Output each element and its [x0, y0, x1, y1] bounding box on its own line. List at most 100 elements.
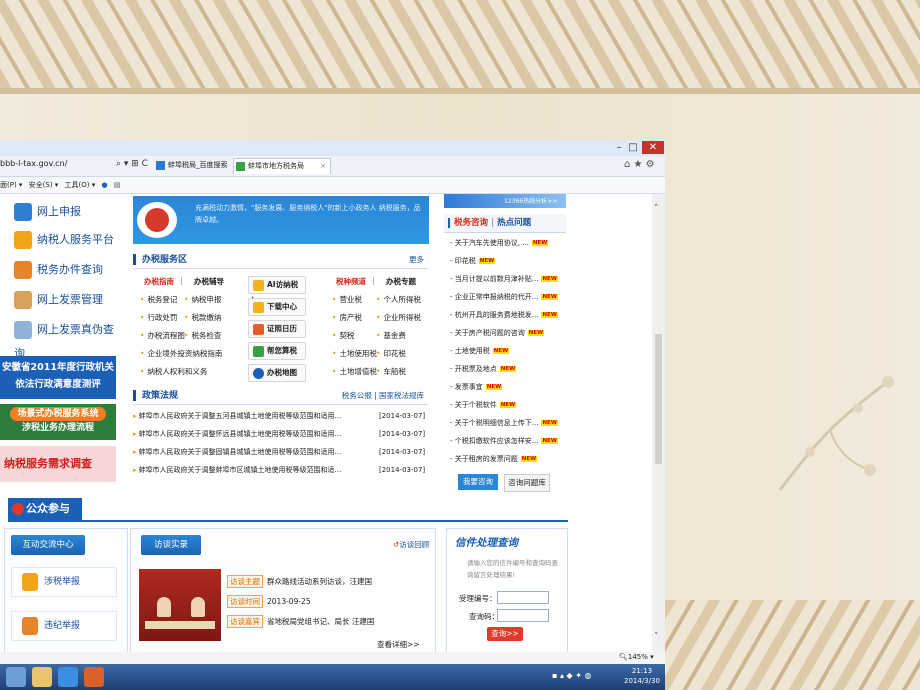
btn-calculate[interactable]: 帮您算税: [248, 342, 306, 360]
hotline-text: 12366热线分析>>: [504, 198, 558, 205]
extra-icon[interactable]: ▤: [114, 181, 121, 189]
link-land-vat[interactable]: 土地增值税: [332, 366, 377, 377]
nav-label: 网上申报: [37, 205, 81, 218]
link-inspection[interactable]: 税务检查: [184, 330, 221, 341]
hot-item[interactable]: - 印花税 NEW: [450, 256, 566, 266]
btn-ai-taxpayer[interactable]: AI访纳税人: [248, 276, 306, 305]
link-personal-income-tax[interactable]: 个人所得税: [376, 294, 421, 305]
hot-item[interactable]: - 开税票及地点 NEW: [450, 364, 566, 374]
banner-scene-service[interactable]: 场景式办税服务系统 涉税业务办理流程: [0, 404, 116, 440]
query-button[interactable]: 查询>>: [487, 627, 523, 641]
search-refresh-icons[interactable]: ⌕ ▾ ⊞ C: [116, 159, 148, 169]
system-tray[interactable]: ▪ ▴ ◆ ✦ ◍: [552, 671, 591, 680]
link-deed-tax[interactable]: 契税: [332, 330, 354, 341]
link-business-tax[interactable]: 营业税: [332, 294, 362, 305]
hot-item[interactable]: - 当月计提以前数月津补贴... NEW: [450, 274, 566, 284]
zoom-level[interactable]: 🔍︎145% ▾: [619, 653, 654, 661]
link-payment[interactable]: 税款缴纳: [184, 312, 221, 323]
accept-no-input[interactable]: [497, 591, 549, 604]
scroll-thumb[interactable]: [655, 334, 662, 464]
maximize-button[interactable]: □: [626, 141, 640, 154]
link-flowchart[interactable]: 办税流程图: [140, 330, 185, 341]
policy-item[interactable]: 蚌埠市人民政府关于调整固镇县城镇土地使用税等级范围和适用... [2014-03-…: [133, 444, 428, 460]
menu-safety[interactable]: 安全(S) ▾: [29, 181, 59, 189]
new-badge: NEW: [478, 258, 496, 264]
policy-item[interactable]: 蚌埠市人民政府关于调整五河县城镇土地使用税等级范围和适用... [2014-03-…: [133, 408, 428, 424]
subhead-topics[interactable]: 办税专题: [386, 276, 416, 287]
heading-consult[interactable]: 税务咨询: [454, 218, 488, 228]
hot-item[interactable]: - 关于汽车先使用协议, ... NEW: [450, 238, 566, 248]
close-button[interactable]: ✕: [642, 141, 664, 154]
folder-icon[interactable]: [32, 667, 52, 687]
subhead-tax-channel[interactable]: 税种频道: [336, 276, 366, 287]
subhead-guide[interactable]: 办税指南: [144, 276, 174, 287]
policy-item[interactable]: 蚌埠市人民政府关于调整怀远县城镇土地使用税等级范围和适用... [2014-03-…: [133, 426, 428, 442]
tab-interaction-center[interactable]: 互动交流中心: [11, 535, 85, 555]
minimize-button[interactable]: –: [612, 141, 626, 154]
nav-invoice-manage[interactable]: 网上发票管理: [14, 288, 103, 312]
tab-bengbu-tax[interactable]: 蚌埠市地方税务局 ×: [233, 158, 331, 174]
menu-tools[interactable]: 工具(O) ▾: [65, 181, 96, 189]
interview-review-link[interactable]: ↺访谈回顾: [393, 539, 429, 550]
tab-close-icon[interactable]: ×: [320, 159, 326, 174]
vertical-scrollbar[interactable]: ˄ ˅: [652, 194, 665, 660]
hot-item[interactable]: - 关于个税明细信息上传下... NEW: [450, 418, 566, 428]
link-property-tax[interactable]: 房产税: [332, 312, 362, 323]
scroll-down-icon[interactable]: ˅: [654, 632, 659, 642]
hot-item[interactable]: - 土地使用税 NEW: [450, 346, 566, 356]
menu-page[interactable]: 面(P) ▾: [0, 181, 22, 189]
hot-item[interactable]: - 关于租房的发票问题 NEW: [450, 454, 566, 464]
home-favorites-settings-icons[interactable]: ⌂ ★ ⚙: [624, 159, 655, 170]
hot-item[interactable]: - 个税扣缴软件应该怎样安... NEW: [450, 436, 566, 446]
nav-tax-query[interactable]: 税务办件查询: [14, 258, 103, 282]
explorer-icon[interactable]: [6, 667, 26, 687]
interaction-center: 互动交流中心 涉税举报 违纪举报: [4, 528, 128, 660]
interview-time: 访谈时间 2013-09-25: [227, 595, 311, 608]
link-rights[interactable]: 纳税人权利和义务: [140, 366, 207, 377]
url-field[interactable]: bbb-l-tax.gov.cn/: [0, 159, 110, 168]
btn-download[interactable]: 下载中心: [248, 298, 306, 316]
policy-item[interactable]: 蚌埠市人民政府关于调整蚌埠市区城镇土地使用税等级范围和适... [2014-03-…: [133, 462, 428, 478]
scroll-up-icon[interactable]: ˄: [654, 204, 659, 214]
hot-item[interactable]: - 关于房产税问题的咨询 NEW: [450, 328, 566, 338]
ie-icon[interactable]: [58, 667, 78, 687]
tax-report-link[interactable]: 涉税举报: [11, 567, 117, 597]
nav-invoice-verify[interactable]: 网上发票真伪查询: [14, 318, 116, 360]
taskbar: ▪ ▴ ◆ ✦ ◍ 21:13 2014/3/30: [0, 664, 665, 690]
right-panel: 12366热线分析>> 税务咨询 | 热点问题 - 关于汽车先使用协议, ...…: [444, 194, 566, 500]
link-vehicle-tax[interactable]: 车船税: [376, 366, 406, 377]
subhead-coach[interactable]: 办税辅导: [194, 276, 224, 287]
powerpoint-icon[interactable]: [84, 667, 104, 687]
policy-links[interactable]: 税务公报 | 国家税法规库: [342, 388, 424, 404]
discipline-report-link[interactable]: 违纪举报: [11, 611, 117, 641]
link-tax-registration[interactable]: 税务登记: [140, 294, 177, 305]
hot-item[interactable]: - 杭州开具的服务费地税发... NEW: [450, 310, 566, 320]
link-filing[interactable]: 纳税申报: [184, 294, 221, 305]
nav-online-filing[interactable]: 网上申报: [14, 200, 81, 224]
hotline-strip[interactable]: 12366热线分析>>: [444, 194, 566, 208]
view-detail-link[interactable]: 查看详细>>: [377, 639, 420, 650]
nav-taxpayer-service[interactable]: 纳税人服务平台: [14, 228, 114, 252]
btn-calendar[interactable]: 证照日历: [248, 320, 306, 338]
link-penalty[interactable]: 行政处罚: [140, 312, 177, 323]
hot-item[interactable]: - 发票事宜 NEW: [450, 382, 566, 392]
question-library-button[interactable]: 咨询问题库: [504, 474, 550, 492]
hot-item[interactable]: - 企业正常申报纳税的代开... NEW: [450, 292, 566, 302]
ask-question-button[interactable]: 我要咨询: [458, 474, 498, 490]
banner-satisfaction-survey[interactable]: 安徽省2011年度行政机关 依法行政满意度测评: [0, 356, 116, 399]
link-land-use-tax[interactable]: 土地使用税: [332, 348, 377, 359]
clock[interactable]: 21:13 2014/3/30: [624, 666, 660, 686]
tab-interview[interactable]: 访谈实录: [141, 535, 201, 555]
link-corporate-tax[interactable]: 企业所得税: [376, 312, 421, 323]
query-code-input[interactable]: [497, 609, 549, 622]
heading-hot[interactable]: 热点问题: [497, 218, 531, 228]
hot-item[interactable]: - 关于个税软件 NEW: [450, 400, 566, 410]
link-fund-fee[interactable]: 基金费: [376, 330, 406, 341]
help-icon[interactable]: ●: [102, 181, 108, 189]
interview-photo[interactable]: [139, 569, 221, 641]
link-overseas-guide[interactable]: 企业境外投资纳税指南: [140, 348, 222, 359]
link-stamp-tax[interactable]: 印花税: [376, 348, 406, 359]
btn-map[interactable]: 办税地图: [248, 364, 306, 382]
more-link[interactable]: 更多: [409, 252, 424, 268]
banner-needs-survey[interactable]: 纳税服务需求调查: [0, 446, 116, 482]
